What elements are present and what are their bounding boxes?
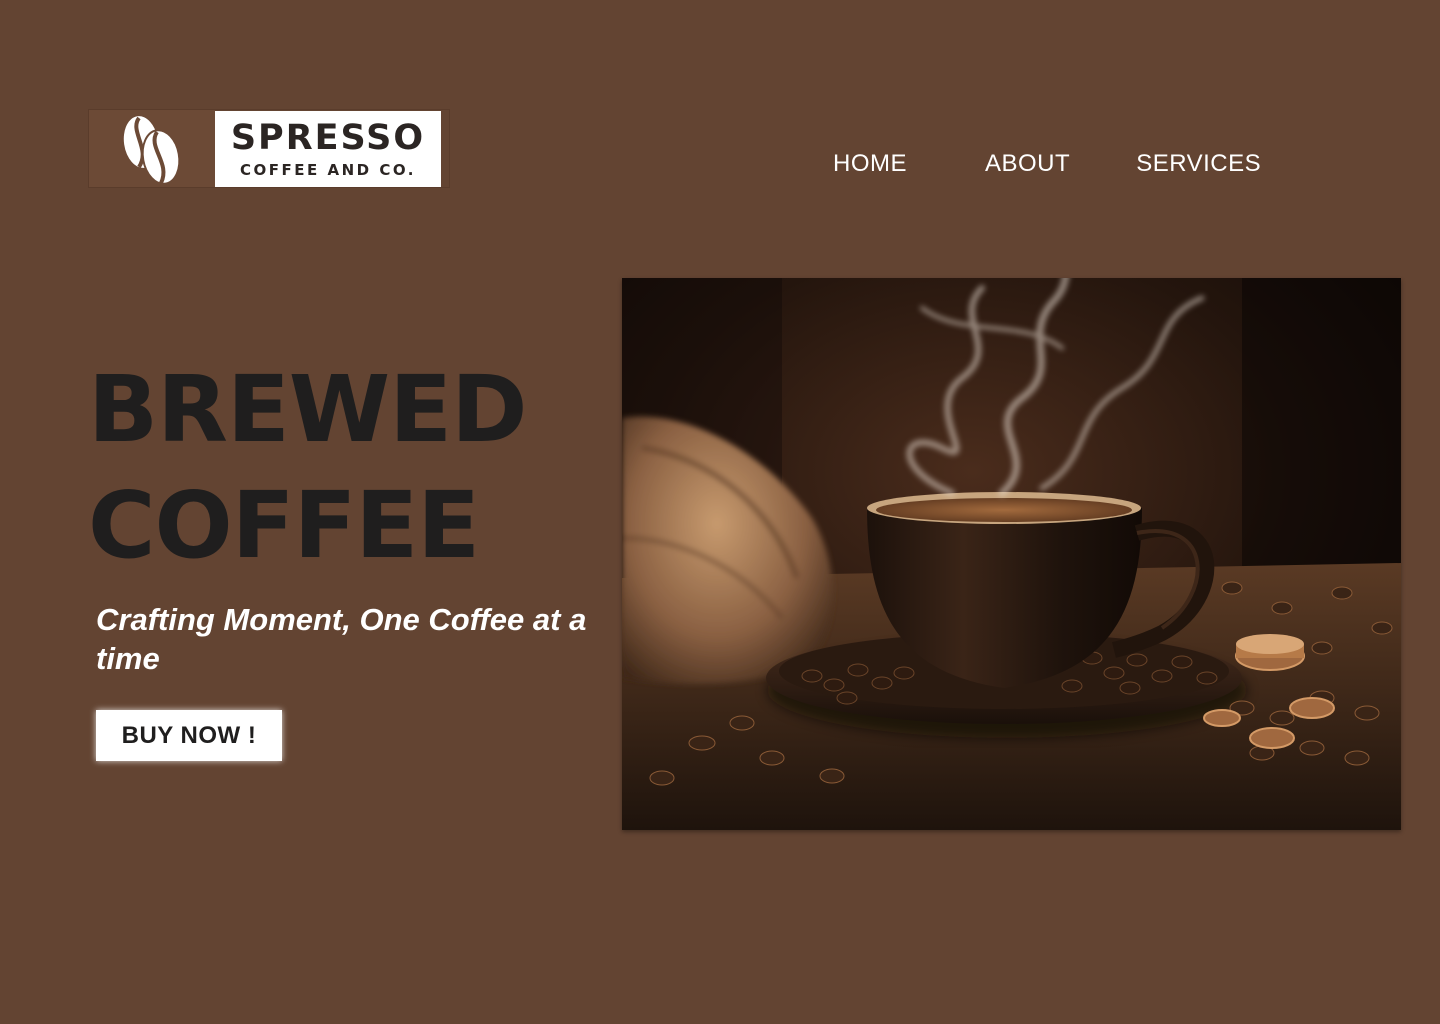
brand-logo[interactable]: SPRESSO COFFEE AND CO. (88, 109, 450, 188)
main-nav: HOME ABOUT SERVICES (833, 150, 1261, 178)
nav-item-home[interactable]: HOME (833, 150, 907, 178)
hero-headline-line1: BREWED (88, 356, 528, 463)
coffee-bean-icon (89, 110, 215, 187)
hero-subtitle: Crafting Moment, One Coffee at a time (96, 602, 587, 676)
brand-name: SPRESSO (230, 117, 426, 158)
landing-page: SPRESSO COFFEE AND CO. HOME ABOUT SERVIC… (0, 0, 1440, 1024)
hero-coffee-image (622, 278, 1401, 830)
brand-wordmark: SPRESSO COFFEE AND CO. (215, 111, 441, 187)
hero-headline: BREWED COFFEE (88, 352, 528, 584)
buy-now-button[interactable]: BUY NOW ! (96, 710, 282, 761)
brand-tagline: COFFEE AND CO. (240, 160, 416, 179)
nav-item-about[interactable]: ABOUT (985, 150, 1070, 178)
nav-item-services[interactable]: SERVICES (1136, 150, 1261, 178)
hero-headline-line2: COFFEE (88, 472, 480, 579)
